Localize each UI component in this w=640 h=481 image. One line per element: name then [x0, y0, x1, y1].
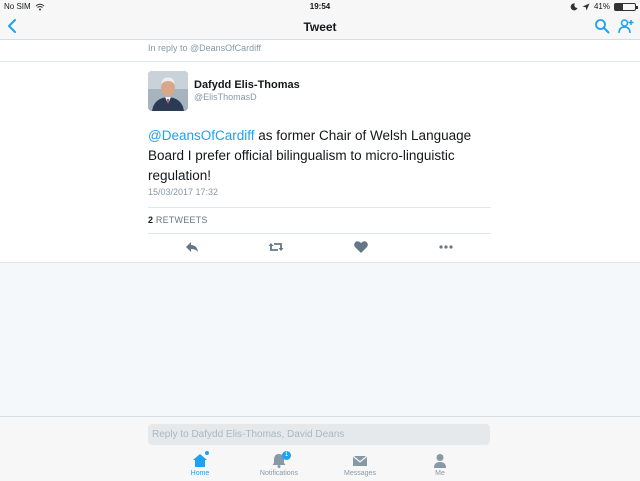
tweet-timestamp: 15/03/2017 17:32: [148, 187, 219, 197]
divider: [148, 233, 491, 234]
avatar-photo: [148, 71, 188, 111]
tab-notifications[interactable]: 1 Notifications: [249, 451, 309, 477]
tab-messages[interactable]: Messages: [330, 453, 390, 477]
divider: [0, 61, 640, 62]
tweet-text: @DeansOfCardiff as former Chair of Welsh…: [148, 126, 493, 186]
mention-link[interactable]: @DeansOfCardiff: [148, 128, 255, 143]
battery-icon: [614, 2, 638, 11]
status-bar: No SIM 19:54 41%: [0, 0, 640, 14]
avatar[interactable]: [148, 71, 188, 111]
nav-bar: Tweet: [0, 14, 640, 40]
page-title: Tweet: [303, 20, 337, 34]
tab-icon-wrap: [170, 451, 230, 468]
tab-label: Home: [190, 470, 210, 477]
more-icon[interactable]: [438, 239, 454, 255]
tab-me[interactable]: Me: [410, 453, 470, 477]
envelope-icon: [352, 455, 368, 466]
reply-context[interactable]: In reply to @DeansOfCardiff: [148, 43, 261, 53]
retweet-count: 2: [148, 215, 154, 225]
retweet-icon[interactable]: [268, 239, 284, 255]
new-content-dot: [205, 451, 209, 455]
retweet-stats[interactable]: 2 RETWEETS: [148, 215, 208, 225]
like-icon[interactable]: [353, 239, 369, 255]
tab-home[interactable]: Home: [170, 451, 230, 477]
status-right: 41%: [570, 2, 638, 11]
retweet-label: RETWEETS: [155, 215, 208, 225]
tweet-detail: In reply to @DeansOfCardiff Dafydd Elis-…: [0, 40, 640, 263]
divider: [148, 207, 491, 208]
reply-input[interactable]: [148, 424, 490, 445]
location-arrow-icon: [582, 3, 590, 10]
tab-label: Messages: [344, 470, 376, 477]
battery-level: [615, 3, 624, 10]
author-handle[interactable]: @ElisThomasD: [194, 92, 257, 102]
bottom-area: Home 1 Notifications Messages Me: [0, 416, 640, 481]
battery-percent: 41%: [593, 2, 610, 11]
search-icon[interactable]: [594, 18, 610, 34]
tab-icon-wrap: 1: [249, 451, 309, 468]
reply-icon[interactable]: [184, 239, 200, 255]
add-person-icon[interactable]: [618, 18, 634, 34]
home-icon: [193, 454, 207, 467]
author-name[interactable]: Dafydd Elis-Thomas: [194, 79, 300, 91]
tab-label: Me: [435, 470, 445, 477]
notification-badge: 1: [282, 451, 291, 460]
person-icon: [434, 454, 446, 468]
tab-label: Notifications: [259, 470, 299, 477]
moon-icon: [570, 2, 578, 10]
clock: 19:54: [309, 2, 331, 11]
